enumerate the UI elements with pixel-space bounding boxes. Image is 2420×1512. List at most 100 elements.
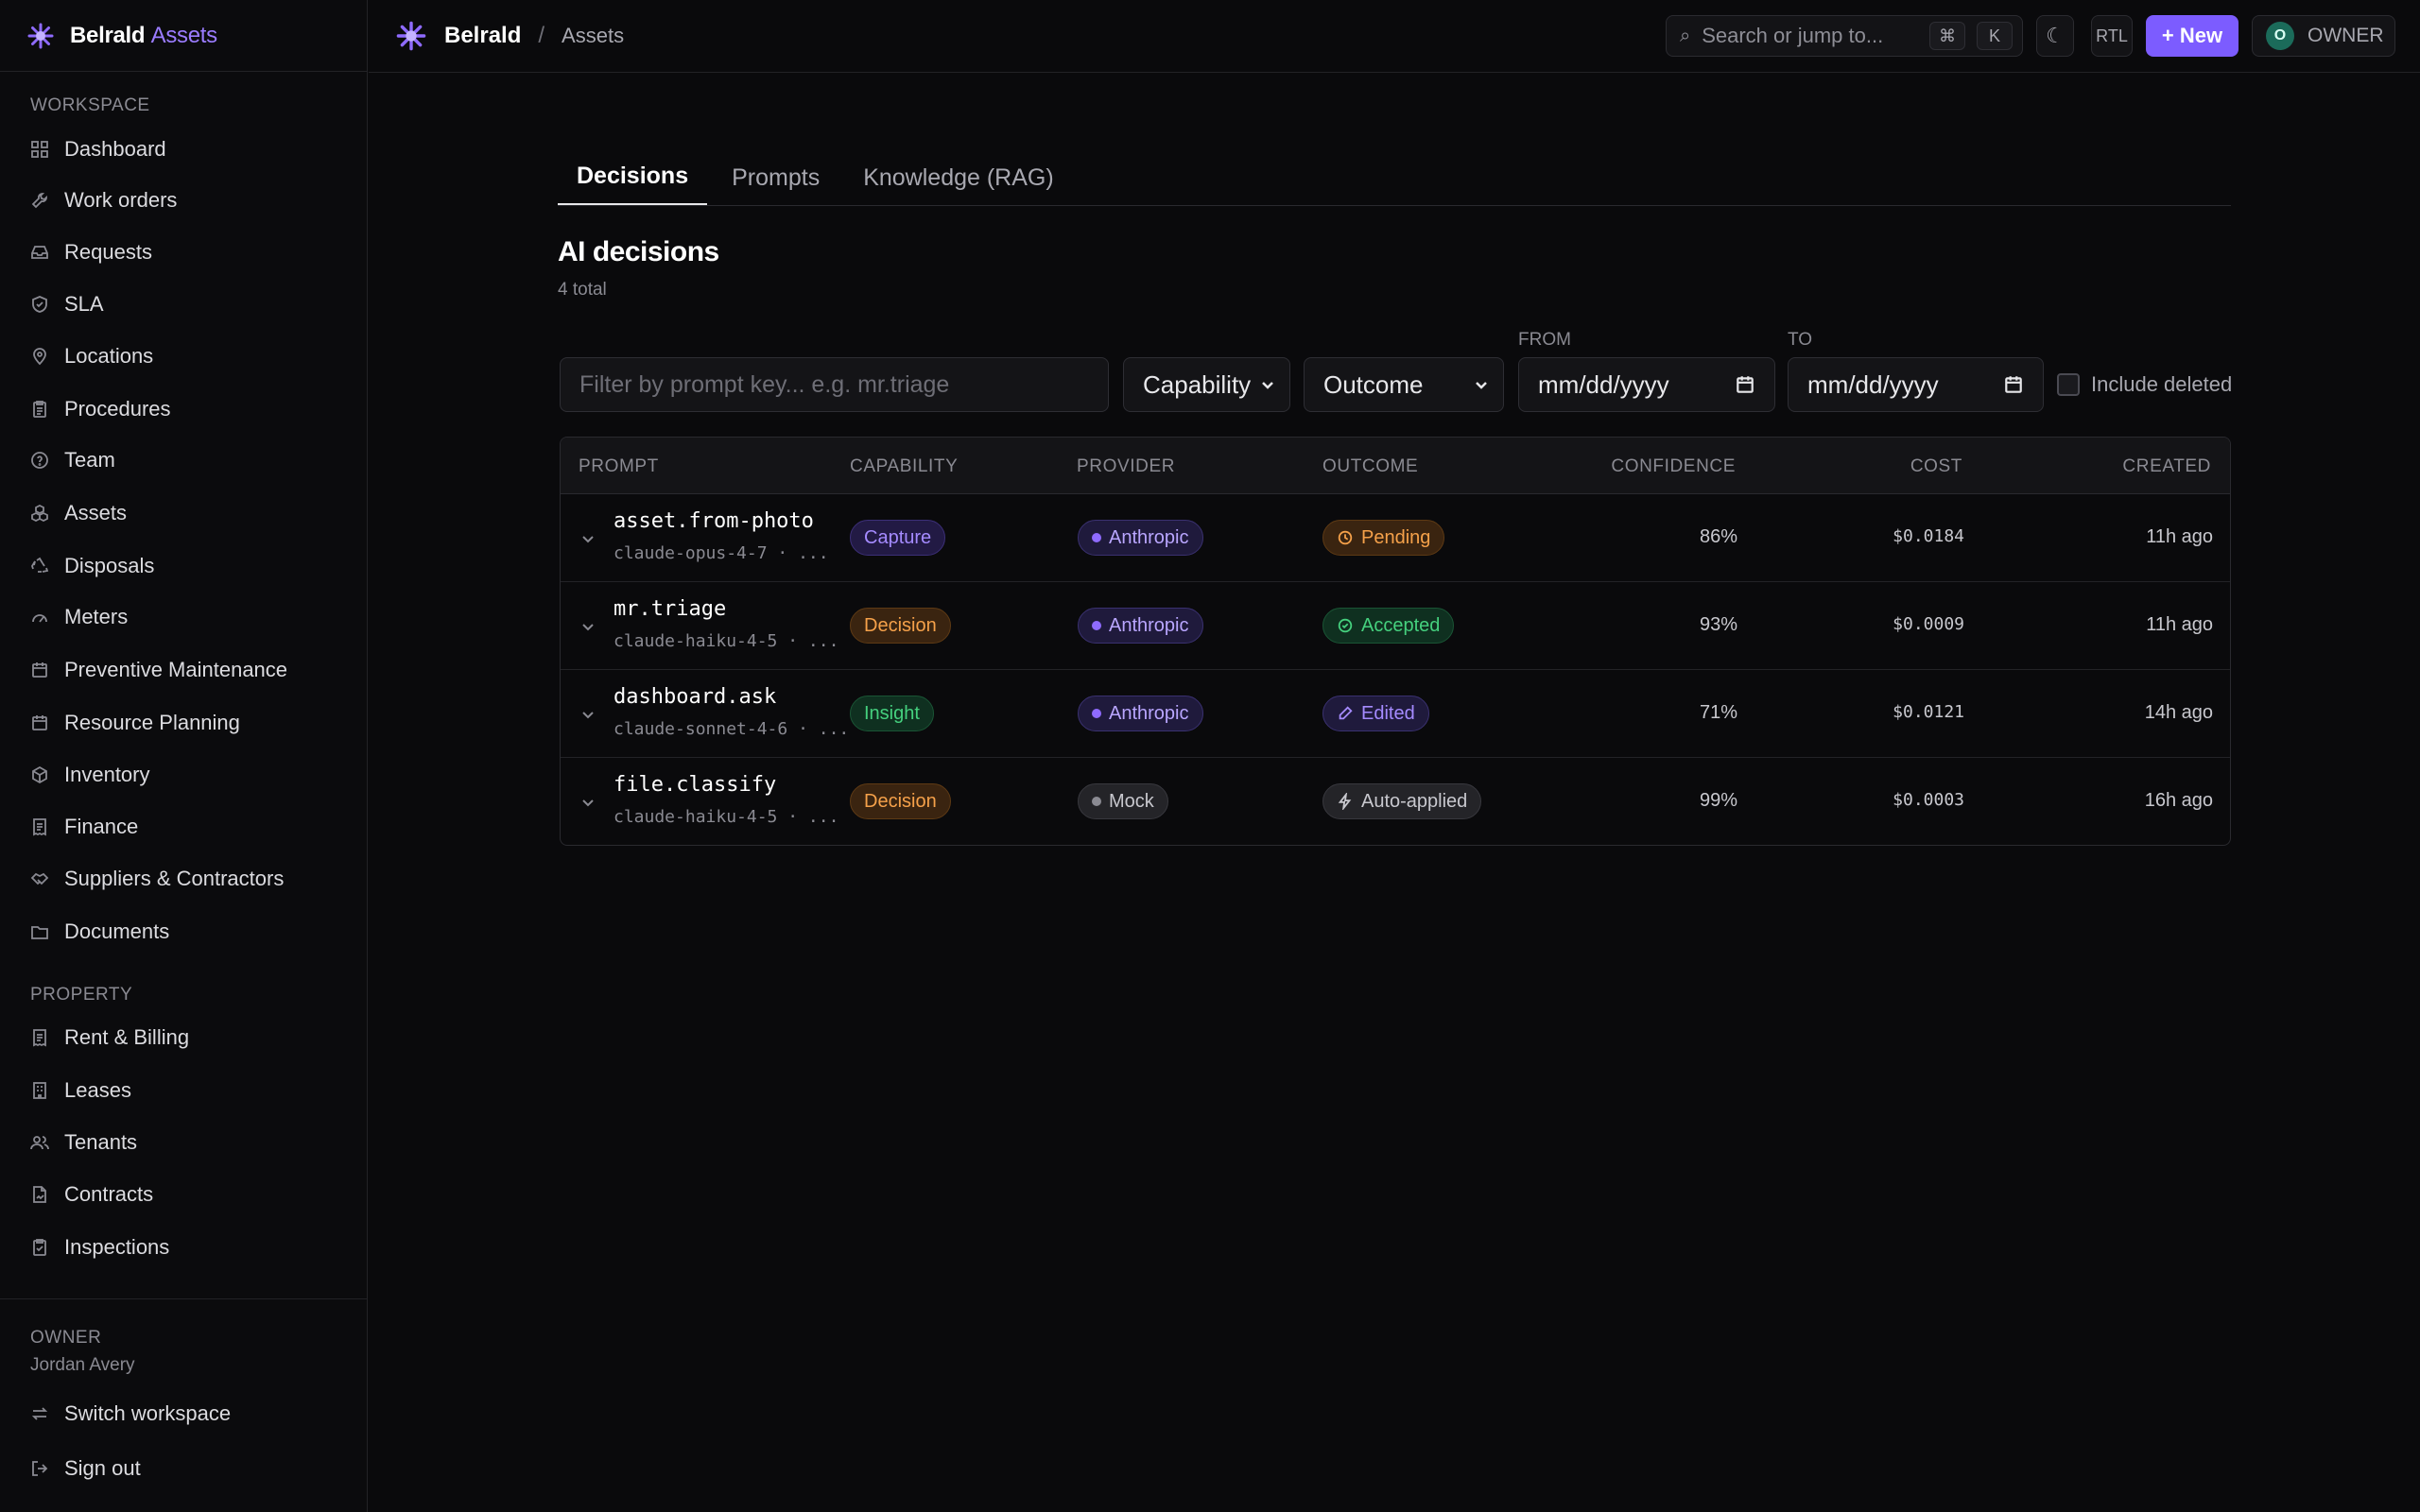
sidebar-item-dashboard[interactable]: Dashboard bbox=[30, 130, 166, 168]
building-icon bbox=[33, 1082, 46, 1099]
chevron-down-icon[interactable] bbox=[579, 706, 596, 723]
calendar-icon bbox=[32, 715, 47, 730]
sidebar-item-documents[interactable]: Documents bbox=[30, 913, 169, 951]
sidebar-item-locations[interactable]: Locations bbox=[30, 337, 153, 375]
check-circle-icon bbox=[1338, 618, 1353, 633]
breadcrumb-page[interactable]: Assets bbox=[562, 24, 624, 48]
chevron-down-icon[interactable] bbox=[579, 530, 596, 547]
prompt-filter-input[interactable] bbox=[560, 357, 1109, 412]
col-confidence[interactable]: CONFIDENCE bbox=[1611, 456, 1736, 477]
sidebar-item-preventive-maintenance[interactable]: Preventive Maintenance bbox=[30, 651, 287, 689]
sidebar-item-assets[interactable]: Assets bbox=[30, 494, 127, 532]
model-name: claude-opus-4-7 · ... bbox=[614, 543, 829, 563]
sidebar-item-work-orders[interactable]: Work orders bbox=[30, 181, 177, 219]
sidebar-item-finance[interactable]: Finance bbox=[30, 808, 138, 846]
created-value: 11h ago bbox=[2146, 526, 2213, 547]
capability-select[interactable]: Capability bbox=[1123, 357, 1290, 412]
page-title: AI decisions bbox=[558, 236, 719, 267]
sidebar-item-disposals[interactable]: Disposals bbox=[30, 547, 154, 585]
table-row[interactable]: dashboard.ask claude-sonnet-4-6 · ... In… bbox=[561, 670, 2230, 758]
table-row[interactable]: file.classify claude-haiku-4-5 · ... Dec… bbox=[561, 758, 2230, 845]
table-row[interactable]: mr.triage claude-haiku-4-5 · ... Decisio… bbox=[561, 582, 2230, 670]
new-button[interactable]: + New bbox=[2146, 15, 2238, 57]
col-created[interactable]: CREATED bbox=[2122, 456, 2211, 477]
sidebar-footer bbox=[0, 1298, 368, 1299]
sidebar-item-team[interactable]: Team bbox=[30, 441, 115, 479]
sidebar-item-sla[interactable]: SLA bbox=[30, 285, 104, 323]
calendar-icon[interactable] bbox=[1735, 374, 1755, 395]
switch-workspace-button[interactable]: Switch workspace bbox=[30, 1395, 231, 1433]
recycle-icon bbox=[31, 557, 49, 573]
to-date-input[interactable]: mm/dd/yyyy bbox=[1788, 357, 2044, 412]
breadcrumb: Belrald / Assets bbox=[395, 20, 624, 52]
theme-toggle-button[interactable]: ☾ bbox=[2036, 15, 2074, 57]
from-date-input[interactable]: mm/dd/yyyy bbox=[1518, 357, 1775, 412]
kbd-k: K bbox=[1977, 22, 2013, 50]
account-role-label: OWNER bbox=[2308, 25, 2384, 46]
col-prompt[interactable]: PROMPT bbox=[579, 456, 659, 477]
chevron-down-icon bbox=[1262, 382, 1273, 389]
prompt-key: asset.from-photo bbox=[614, 509, 814, 533]
sidebar-item-contracts[interactable]: Contracts bbox=[30, 1176, 153, 1213]
sidebar-item-label: Meters bbox=[64, 605, 129, 628]
col-cost[interactable]: COST bbox=[1910, 456, 1962, 477]
table-row[interactable]: asset.from-photo claude-opus-4-7 · ... C… bbox=[561, 494, 2230, 582]
rtl-toggle-button[interactable]: RTL bbox=[2091, 15, 2133, 57]
sidebar-item-meters[interactable]: Meters bbox=[30, 598, 128, 636]
outcome-label: Accepted bbox=[1361, 614, 1441, 636]
sidebar-item-procedures[interactable]: Procedures bbox=[30, 390, 171, 428]
col-provider[interactable]: PROVIDER bbox=[1077, 456, 1175, 477]
breadcrumb-org[interactable]: Belrald bbox=[444, 23, 521, 49]
capability-select-value: Capability bbox=[1143, 369, 1252, 399]
sidebar-item-label: Inventory bbox=[64, 763, 150, 786]
search-input[interactable]: ⌕ Search or jump to... ⌘ K bbox=[1666, 15, 2023, 57]
prompt-key: dashboard.ask bbox=[614, 685, 777, 709]
brand[interactable]: Belrald Assets bbox=[0, 0, 367, 72]
sidebar-item-suppliers-contractors[interactable]: Suppliers & Contractors bbox=[30, 860, 284, 898]
outcome-badge: Pending bbox=[1322, 520, 1445, 556]
tab-bar: Decisions Prompts Knowledge (RAG) bbox=[558, 144, 2231, 206]
sidebar-item-label: Assets bbox=[64, 501, 128, 524]
sidebar-item-inspections[interactable]: Inspections bbox=[30, 1228, 169, 1266]
breadcrumb-separator: / bbox=[538, 23, 545, 48]
tab-knowledge-rag[interactable]: Knowledge (RAG) bbox=[844, 164, 1072, 205]
calendar-icon bbox=[32, 662, 47, 678]
chevron-down-icon[interactable] bbox=[579, 618, 596, 635]
sidebar-item-tenants[interactable]: Tenants bbox=[30, 1124, 137, 1161]
table-header: PROMPT CAPABILITY PROVIDER OUTCOME CONFI… bbox=[561, 438, 2230, 494]
tab-prompts[interactable]: Prompts bbox=[713, 164, 838, 205]
sidebar-item-requests[interactable]: Requests bbox=[30, 233, 152, 271]
confidence-value: 71% bbox=[1699, 702, 1737, 723]
clipboard-icon bbox=[33, 401, 46, 418]
org-logo-icon[interactable] bbox=[395, 20, 427, 52]
sign-out-label: Sign out bbox=[64, 1456, 141, 1480]
outcome-select-value: Outcome bbox=[1323, 369, 1424, 399]
boxes-icon bbox=[31, 504, 48, 523]
sign-out-icon bbox=[32, 1461, 48, 1476]
gauge-icon bbox=[32, 614, 47, 623]
tab-decisions[interactable]: Decisions bbox=[558, 163, 708, 205]
to-date-label: TO bbox=[1788, 330, 1813, 350]
outcome-badge: Accepted bbox=[1322, 608, 1455, 644]
include-deleted-checkbox[interactable]: Include deleted bbox=[2057, 372, 2232, 397]
col-outcome[interactable]: OUTCOME bbox=[1322, 456, 1418, 477]
provider-dot bbox=[1092, 797, 1101, 806]
checkbox-box[interactable] bbox=[2057, 373, 2080, 396]
chevron-down-icon bbox=[1476, 382, 1487, 389]
capability-badge: Capture bbox=[850, 520, 946, 556]
sign-out-button[interactable]: Sign out bbox=[30, 1450, 141, 1487]
chevron-down-icon[interactable] bbox=[579, 794, 596, 811]
sidebar-item-inventory[interactable]: Inventory bbox=[30, 756, 150, 794]
map-pin-icon bbox=[33, 348, 46, 366]
sidebar-item-rent-billing[interactable]: Rent & Billing bbox=[30, 1019, 189, 1057]
kbd-cmd: ⌘ bbox=[1929, 22, 1965, 50]
sidebar-item-resource-planning[interactable]: Resource Planning bbox=[30, 704, 240, 742]
account-menu-button[interactable]: O OWNER bbox=[2252, 15, 2395, 57]
outcome-select[interactable]: Outcome bbox=[1304, 357, 1504, 412]
users-icon bbox=[30, 1136, 49, 1150]
col-capability[interactable]: CAPABILITY bbox=[850, 456, 958, 477]
confidence-value: 99% bbox=[1699, 790, 1737, 811]
lightning-icon bbox=[1338, 793, 1352, 810]
sidebar-item-leases[interactable]: Leases bbox=[30, 1072, 131, 1109]
calendar-icon[interactable] bbox=[2003, 374, 2024, 395]
